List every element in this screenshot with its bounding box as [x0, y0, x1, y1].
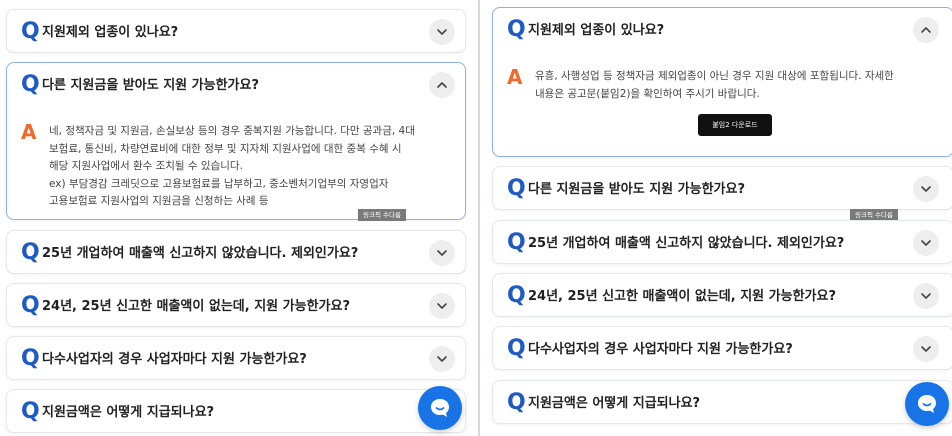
chevron-down-icon[interactable]	[429, 293, 455, 319]
answer-line: 유흥, 사행성업 등 정책자금 제외업종이 아닌 경우 지원 대상에 포함됩니다…	[535, 70, 894, 82]
chevron-down-icon[interactable]	[913, 230, 939, 256]
q-marker: Q	[507, 336, 526, 361]
chevron-down-icon[interactable]	[429, 19, 455, 45]
chevron-down-icon[interactable]	[913, 336, 939, 362]
faq-item[interactable]: Q 25년 개업하여 매출액 신고하지 않았습니다. 제외인가요?	[6, 230, 466, 274]
faq-question: 다른 지원금을 받아도 지원 가능한가요?	[528, 182, 746, 197]
chevron-down-icon[interactable]	[913, 176, 939, 202]
faq-item[interactable]: Q 지원금액은 어떻게 지급되나요?	[6, 389, 466, 433]
faq-item[interactable]: Q 지원제외 업종이 있나요?	[6, 9, 466, 53]
answer-line: 보험료, 통신비, 차량연료비에 대한 정부 및 지자체 지원사업에 대한 중복…	[49, 142, 402, 155]
q-marker: Q	[507, 17, 526, 42]
faq-item[interactable]: Q 지원금액은 어떻게 지급되나요?	[492, 380, 952, 424]
faq-question-row[interactable]: Q 지원제외 업종이 있나요?	[7, 10, 465, 52]
faq-question-row[interactable]: Q 다수사업자의 경우 사업자마다 지원 가능한가요?	[493, 327, 952, 369]
faq-question-row[interactable]: Q 25년 개업하여 매출액 신고하지 않았습니다. 제외인가요?	[7, 231, 465, 273]
q-marker: Q	[21, 399, 40, 424]
answer-line: ex) 부담경감 크레딧으로 고용보험료를 납부하고, 중소벤처기업부의 자영업…	[49, 177, 389, 190]
q-marker: Q	[21, 19, 40, 44]
faq-question-row[interactable]: Q 24년, 25년 신고한 매출액이 없는데, 지원 가능한가요?	[7, 284, 465, 326]
q-marker: Q	[21, 346, 40, 371]
panel-divider	[478, 0, 480, 436]
answer-line: 내용은 공고문(붙임2)을 확인하여 주시기 바랍니다.	[535, 87, 760, 100]
faq-question-row[interactable]: Q 다수사업자의 경우 사업자마다 지원 가능한가요?	[7, 337, 465, 379]
q-marker: Q	[507, 176, 526, 201]
link-badge: 링크픽 수다름	[358, 209, 406, 221]
faq-question: 25년 개업하여 매출액 신고하지 않았습니다. 제외인가요?	[528, 236, 845, 251]
a-marker: A	[21, 120, 37, 144]
faq-answer-text: 네, 정책자금 및 지원금, 손실보상 등의 경우 중복지원 가능합니다. 다만…	[49, 123, 441, 211]
q-marker: Q	[21, 72, 40, 97]
faq-question-row[interactable]: Q 24년, 25년 신고한 매출액이 없는데, 지원 가능한가요?	[493, 274, 952, 316]
faq-question-row[interactable]: Q 지원금액은 어떻게 지급되나요?	[493, 381, 952, 423]
faq-question-row[interactable]: Q 다른 지원금을 받아도 지원 가능한가요?	[493, 167, 952, 209]
faq-question-row[interactable]: Q 25년 개업하여 매출액 신고하지 않았습니다. 제외인가요?	[493, 221, 952, 263]
faq-question-row[interactable]: Q 다른 지원금을 받아도 지원 가능한가요?	[7, 63, 465, 109]
faq-question-row[interactable]: Q 지원제외 업종이 있나요?	[493, 8, 952, 54]
q-marker: Q	[21, 293, 40, 318]
faq-question: 지원제외 업종이 있나요?	[528, 23, 665, 38]
chevron-down-icon[interactable]	[429, 240, 455, 266]
faq-answer-text: 유흥, 사행성업 등 정책자금 제외업종이 아닌 경우 지원 대상에 포함됩니다…	[535, 68, 931, 103]
q-marker: Q	[507, 390, 526, 415]
faq-question: 다수사업자의 경우 사업자마다 지원 가능한가요?	[42, 352, 307, 367]
faq-item[interactable]: Q 25년 개업하여 매출액 신고하지 않았습니다. 제외인가요?	[492, 220, 952, 264]
faq-question: 다수사업자의 경우 사업자마다 지원 가능한가요?	[528, 342, 793, 357]
faq-question: 지원금액은 어떻게 지급되나요?	[42, 405, 215, 420]
chevron-down-icon[interactable]	[429, 346, 455, 372]
faq-question: 다른 지원금을 받아도 지원 가능한가요?	[42, 78, 260, 93]
answer-line: 네, 정책자금 및 지원금, 손실보상 등의 경우 중복지원 가능합니다. 다만…	[49, 125, 415, 137]
faq-question: 지원제외 업종이 있나요?	[42, 25, 179, 40]
attachment-download-button[interactable]: 붙임2 다운로드	[698, 114, 772, 136]
chat-bubble-icon	[918, 395, 936, 413]
q-marker: Q	[21, 240, 40, 265]
faq-question: 24년, 25년 신고한 매출액이 없는데, 지원 가능한가요?	[528, 289, 836, 304]
chat-button[interactable]	[905, 382, 949, 426]
faq-item[interactable]: Q 다수사업자의 경우 사업자마다 지원 가능한가요?	[492, 326, 952, 370]
faq-item-expanded[interactable]: Q 지원제외 업종이 있나요? A 유흥, 사행성업 등 정책자금 제외업종이 …	[492, 7, 952, 157]
faq-item[interactable]: Q 다수사업자의 경우 사업자마다 지원 가능한가요?	[6, 336, 466, 380]
faq-question-row[interactable]: Q 지원금액은 어떻게 지급되나요?	[7, 390, 465, 432]
faq-item[interactable]: Q 24년, 25년 신고한 매출액이 없는데, 지원 가능한가요?	[492, 273, 952, 317]
chevron-up-icon[interactable]	[429, 72, 455, 98]
answer-line: 고용보험료 지원사업의 지원금을 신청하는 사례 등	[49, 195, 269, 207]
chevron-up-icon[interactable]	[913, 17, 939, 43]
answer-line: 해당 지원사업에서 환수 조치될 수 있습니다.	[49, 160, 243, 172]
q-marker: Q	[507, 230, 526, 255]
q-marker: Q	[507, 283, 526, 308]
faq-item-expanded[interactable]: Q 다른 지원금을 받아도 지원 가능한가요? A 네, 정책자금 및 지원금,…	[6, 62, 466, 220]
faq-item[interactable]: Q 다른 지원금을 받아도 지원 가능한가요?	[492, 166, 952, 210]
faq-question: 25년 개업하여 매출액 신고하지 않았습니다. 제외인가요?	[42, 246, 359, 261]
a-marker: A	[507, 65, 523, 89]
chat-bubble-icon	[431, 399, 449, 417]
chevron-down-icon[interactable]	[913, 283, 939, 309]
faq-question: 지원금액은 어떻게 지급되나요?	[528, 396, 701, 411]
chat-button[interactable]	[418, 386, 462, 430]
faq-question: 24년, 25년 신고한 매출액이 없는데, 지원 가능한가요?	[42, 299, 350, 314]
faq-item[interactable]: Q 24년, 25년 신고한 매출액이 없는데, 지원 가능한가요?	[6, 283, 466, 327]
